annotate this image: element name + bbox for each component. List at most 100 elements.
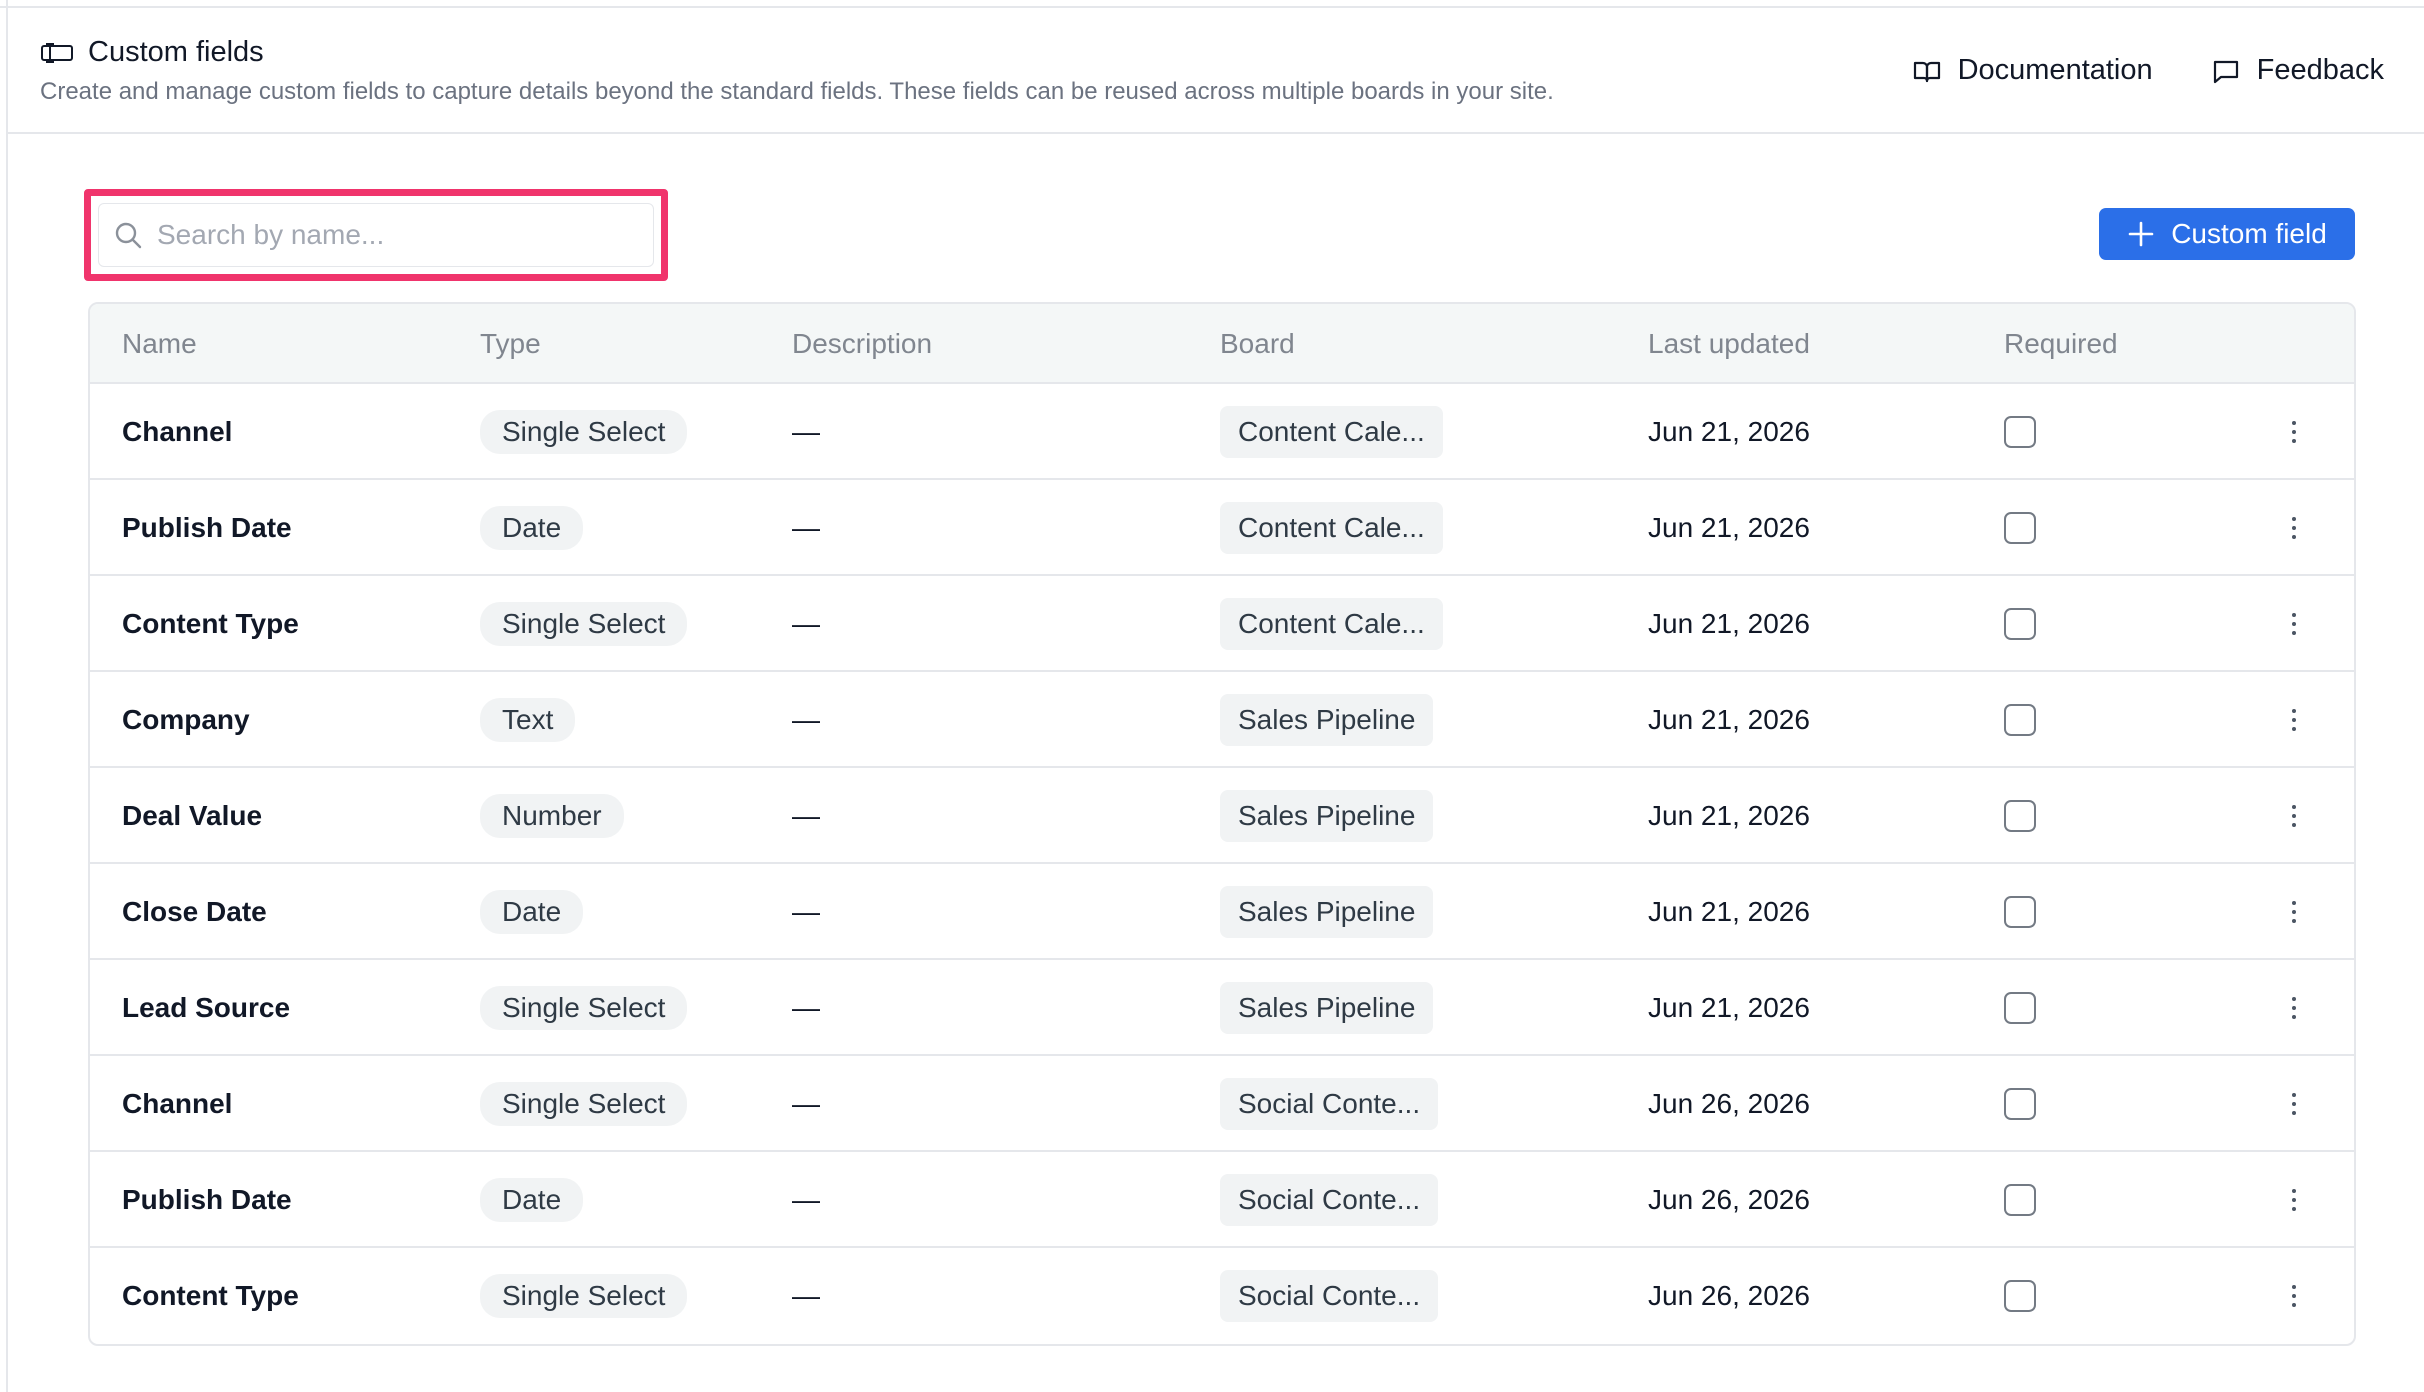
actions-cell xyxy=(2284,480,2304,576)
actions-cell xyxy=(2284,1152,2304,1248)
more-actions-icon[interactable] xyxy=(2284,417,2304,447)
required-checkbox[interactable] xyxy=(2004,896,2036,928)
board-badge[interactable]: Content Cale... xyxy=(1220,502,1443,554)
field-type-badge: Date xyxy=(480,1178,584,1222)
table-row[interactable]: Company Text — Sales Pipeline Jun 21, 20… xyxy=(90,672,2354,768)
table-row[interactable]: Publish Date Date — Content Cale... Jun … xyxy=(90,480,2354,576)
board-cell: Content Cale... xyxy=(1220,384,1443,480)
description-cell: — xyxy=(792,1056,820,1152)
required-cell xyxy=(2004,1152,2036,1248)
board-cell: Content Cale... xyxy=(1220,576,1443,672)
last-updated-date: Jun 26, 2026 xyxy=(1648,1280,1810,1311)
board-badge[interactable]: Social Conte... xyxy=(1220,1078,1439,1130)
last-updated-cell: Jun 26, 2026 xyxy=(1648,1152,1810,1248)
more-actions-icon[interactable] xyxy=(2284,801,2304,831)
actions-cell xyxy=(2284,1248,2304,1344)
more-actions-icon[interactable] xyxy=(2284,513,2304,543)
search-input[interactable] xyxy=(157,219,637,251)
more-actions-icon[interactable] xyxy=(2284,1089,2304,1119)
more-actions-icon[interactable] xyxy=(2284,705,2304,735)
feedback-link[interactable]: Feedback xyxy=(2211,54,2384,87)
add-custom-field-button[interactable]: Custom field xyxy=(2099,208,2355,260)
more-actions-icon[interactable] xyxy=(2284,1185,2304,1215)
board-cell: Sales Pipeline xyxy=(1220,672,1434,768)
board-badge[interactable]: Sales Pipeline xyxy=(1220,790,1434,842)
page-title: Custom fields xyxy=(88,36,264,68)
required-checkbox[interactable] xyxy=(2004,1280,2036,1312)
column-header-name[interactable]: Name xyxy=(122,328,197,360)
board-cell: Social Conte... xyxy=(1220,1152,1439,1248)
type-cell: Single Select xyxy=(480,576,688,672)
more-actions-icon[interactable] xyxy=(2284,897,2304,927)
actions-cell xyxy=(2284,768,2304,864)
table-row[interactable]: Close Date Date — Sales Pipeline Jun 21,… xyxy=(90,864,2354,960)
description-cell: — xyxy=(792,576,820,672)
board-cell: Sales Pipeline xyxy=(1220,864,1434,960)
required-checkbox[interactable] xyxy=(2004,608,2036,640)
field-name: Publish Date xyxy=(122,512,292,543)
table-row[interactable]: Content Type Single Select — Social Cont… xyxy=(90,1248,2354,1344)
required-checkbox[interactable] xyxy=(2004,704,2036,736)
custom-fields-table: Name Type Description Board Last updated… xyxy=(88,302,2356,1346)
documentation-label: Documentation xyxy=(1957,54,2153,86)
field-name: Channel xyxy=(122,416,233,447)
required-cell xyxy=(2004,1248,2036,1344)
column-header-last-updated[interactable]: Last updated xyxy=(1648,328,1810,360)
column-header-board[interactable]: Board xyxy=(1220,328,1295,360)
field-description: — xyxy=(792,896,820,927)
board-badge[interactable]: Social Conte... xyxy=(1220,1174,1439,1226)
required-checkbox[interactable] xyxy=(2004,1184,2036,1216)
book-icon xyxy=(1913,61,1940,82)
required-checkbox[interactable] xyxy=(2004,1088,2036,1120)
board-cell: Sales Pipeline xyxy=(1220,768,1434,864)
more-actions-icon[interactable] xyxy=(2284,993,2304,1023)
documentation-link[interactable]: Documentation xyxy=(1912,54,2153,87)
type-cell: Date xyxy=(480,1152,584,1248)
name-cell: Channel xyxy=(122,1056,232,1152)
description-cell: — xyxy=(792,864,820,960)
table-row[interactable]: Deal Value Number — Sales Pipeline Jun 2… xyxy=(90,768,2354,864)
more-actions-icon[interactable] xyxy=(2284,609,2304,639)
name-cell: Content Type xyxy=(122,1248,299,1344)
left-border xyxy=(0,0,8,1392)
required-checkbox[interactable] xyxy=(2004,800,2036,832)
required-checkbox[interactable] xyxy=(2004,416,2036,448)
feedback-label: Feedback xyxy=(2256,54,2384,86)
last-updated-date: Jun 21, 2026 xyxy=(1648,800,1810,831)
board-badge[interactable]: Sales Pipeline xyxy=(1220,694,1434,746)
board-badge[interactable]: Content Cale... xyxy=(1220,598,1443,650)
board-badge[interactable]: Sales Pipeline xyxy=(1220,982,1434,1034)
name-cell: Close Date xyxy=(122,864,267,960)
board-badge[interactable]: Social Conte... xyxy=(1220,1270,1439,1322)
required-cell xyxy=(2004,768,2036,864)
table-row[interactable]: Publish Date Date — Social Conte... Jun … xyxy=(90,1152,2354,1248)
required-checkbox[interactable] xyxy=(2004,512,2036,544)
board-badge[interactable]: Content Cale... xyxy=(1220,406,1443,458)
column-header-description[interactable]: Description xyxy=(792,328,932,360)
required-checkbox[interactable] xyxy=(2004,992,2036,1024)
type-cell: Single Select xyxy=(480,1248,688,1344)
header-links: Documentation Feedback xyxy=(1912,54,2384,87)
last-updated-date: Jun 21, 2026 xyxy=(1648,896,1810,927)
last-updated-cell: Jun 21, 2026 xyxy=(1648,672,1810,768)
field-type-badge: Single Select xyxy=(480,602,688,646)
type-cell: Text xyxy=(480,672,576,768)
last-updated-date: Jun 21, 2026 xyxy=(1648,704,1810,735)
field-name: Deal Value xyxy=(122,800,263,831)
last-updated-date: Jun 21, 2026 xyxy=(1648,512,1810,543)
column-header-required[interactable]: Required xyxy=(2004,328,2118,360)
name-cell: Deal Value xyxy=(122,768,262,864)
table-row[interactable]: Channel Single Select — Content Cale... … xyxy=(90,384,2354,480)
more-actions-icon[interactable] xyxy=(2284,1281,2304,1311)
board-badge[interactable]: Sales Pipeline xyxy=(1220,886,1434,938)
field-type-badge: Single Select xyxy=(480,1082,688,1126)
description-cell: — xyxy=(792,768,820,864)
search-field[interactable] xyxy=(98,203,654,267)
last-updated-date: Jun 21, 2026 xyxy=(1648,416,1810,447)
table-row[interactable]: Content Type Single Select — Content Cal… xyxy=(90,576,2354,672)
table-row[interactable]: Lead Source Single Select — Sales Pipeli… xyxy=(90,960,2354,1056)
actions-cell xyxy=(2284,864,2304,960)
column-header-type[interactable]: Type xyxy=(480,328,541,360)
last-updated-date: Jun 26, 2026 xyxy=(1648,1088,1810,1119)
table-row[interactable]: Channel Single Select — Social Conte... … xyxy=(90,1056,2354,1152)
